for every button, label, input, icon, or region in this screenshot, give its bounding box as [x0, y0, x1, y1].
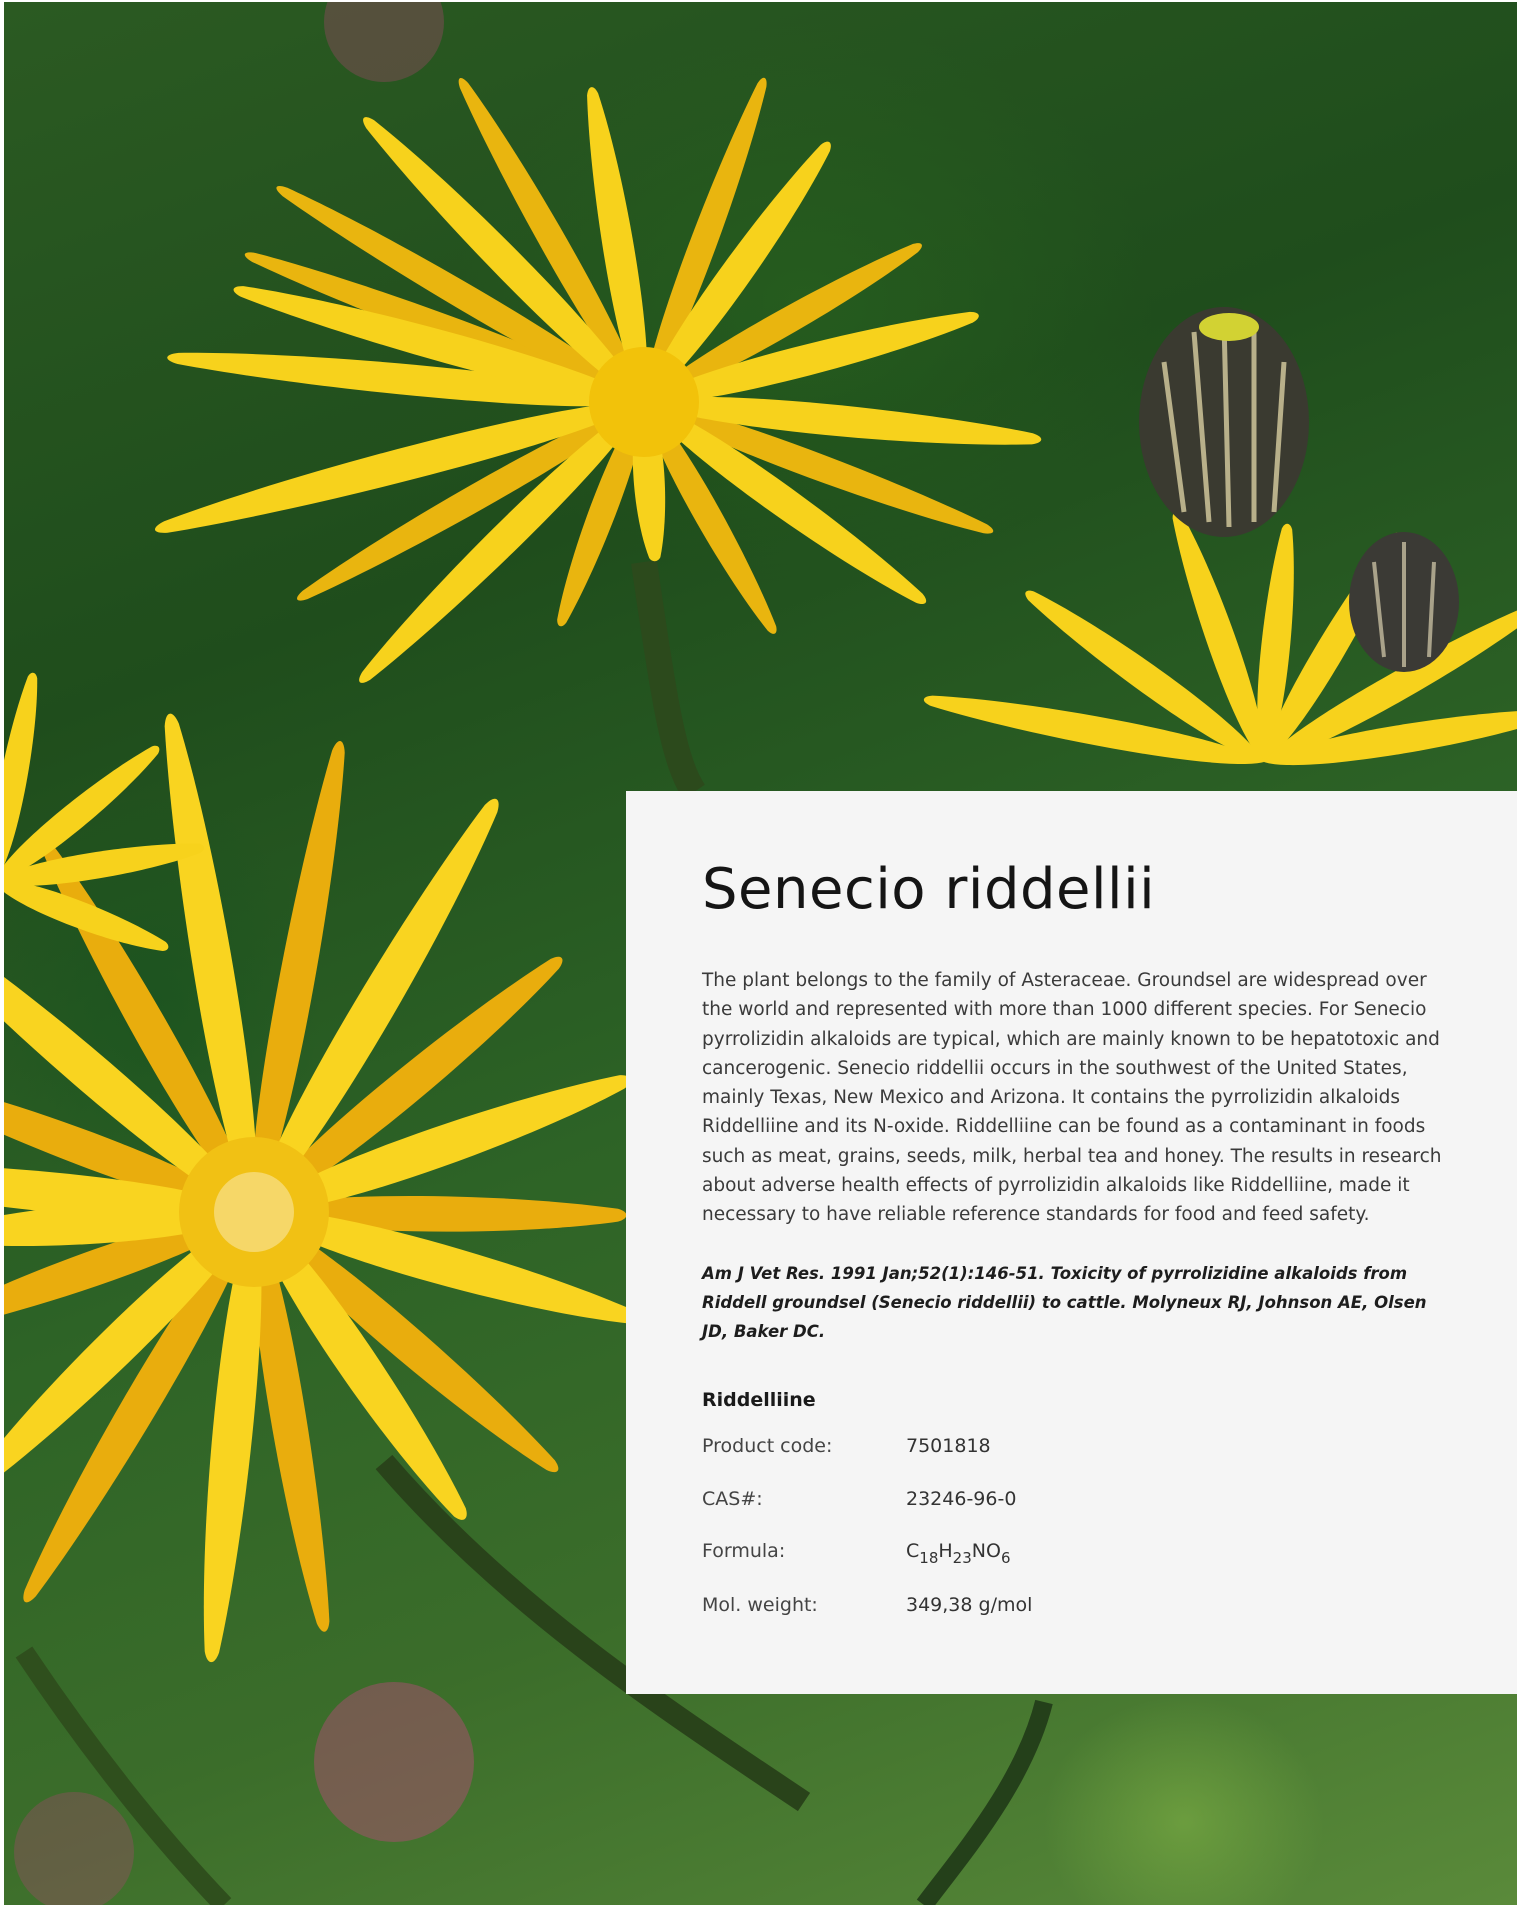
description-text: The plant belongs to the family of Aster… — [702, 970, 1442, 1226]
product-name: Riddelliine — [702, 1389, 816, 1411]
product-info-panel: Senecio riddellii The plant belongs to t… — [626, 791, 1517, 1694]
page-title: Senecio riddellii — [702, 857, 1156, 922]
formula-no: NO — [971, 1540, 1001, 1562]
mol-weight-label: Mol. weight: — [702, 1594, 818, 1616]
formula-label: Formula: — [702, 1540, 786, 1562]
spec-row-mol-weight: Mol. weight: 349,38 g/mol — [702, 1594, 1402, 1624]
formula-hydrogen-count: 23 — [952, 1549, 972, 1567]
citation-reference: Am J Vet Res. 1991 Jan;52(1):146-51. Tox… — [702, 1264, 1427, 1341]
cas-label: CAS#: — [702, 1488, 763, 1510]
mol-weight-value: 349,38 g/mol — [906, 1594, 1033, 1616]
spec-row-formula: Formula: C18H23NO6 — [702, 1540, 1402, 1570]
cas-value: 23246-96-0 — [906, 1488, 1017, 1510]
spec-row-cas: CAS#: 23246-96-0 — [702, 1488, 1402, 1518]
spec-row-product-code: Product code: 7501818 — [702, 1435, 1402, 1465]
formula-hydrogen: H — [938, 1540, 953, 1562]
product-code-label: Product code: — [702, 1435, 833, 1457]
formula-oxygen-count: 6 — [1000, 1549, 1011, 1567]
formula-value: C18H23NO6 — [906, 1540, 1010, 1566]
formula-carbon-count: 18 — [919, 1549, 939, 1567]
formula-carbon: C — [906, 1540, 920, 1562]
product-code-value: 7501818 — [906, 1435, 991, 1457]
